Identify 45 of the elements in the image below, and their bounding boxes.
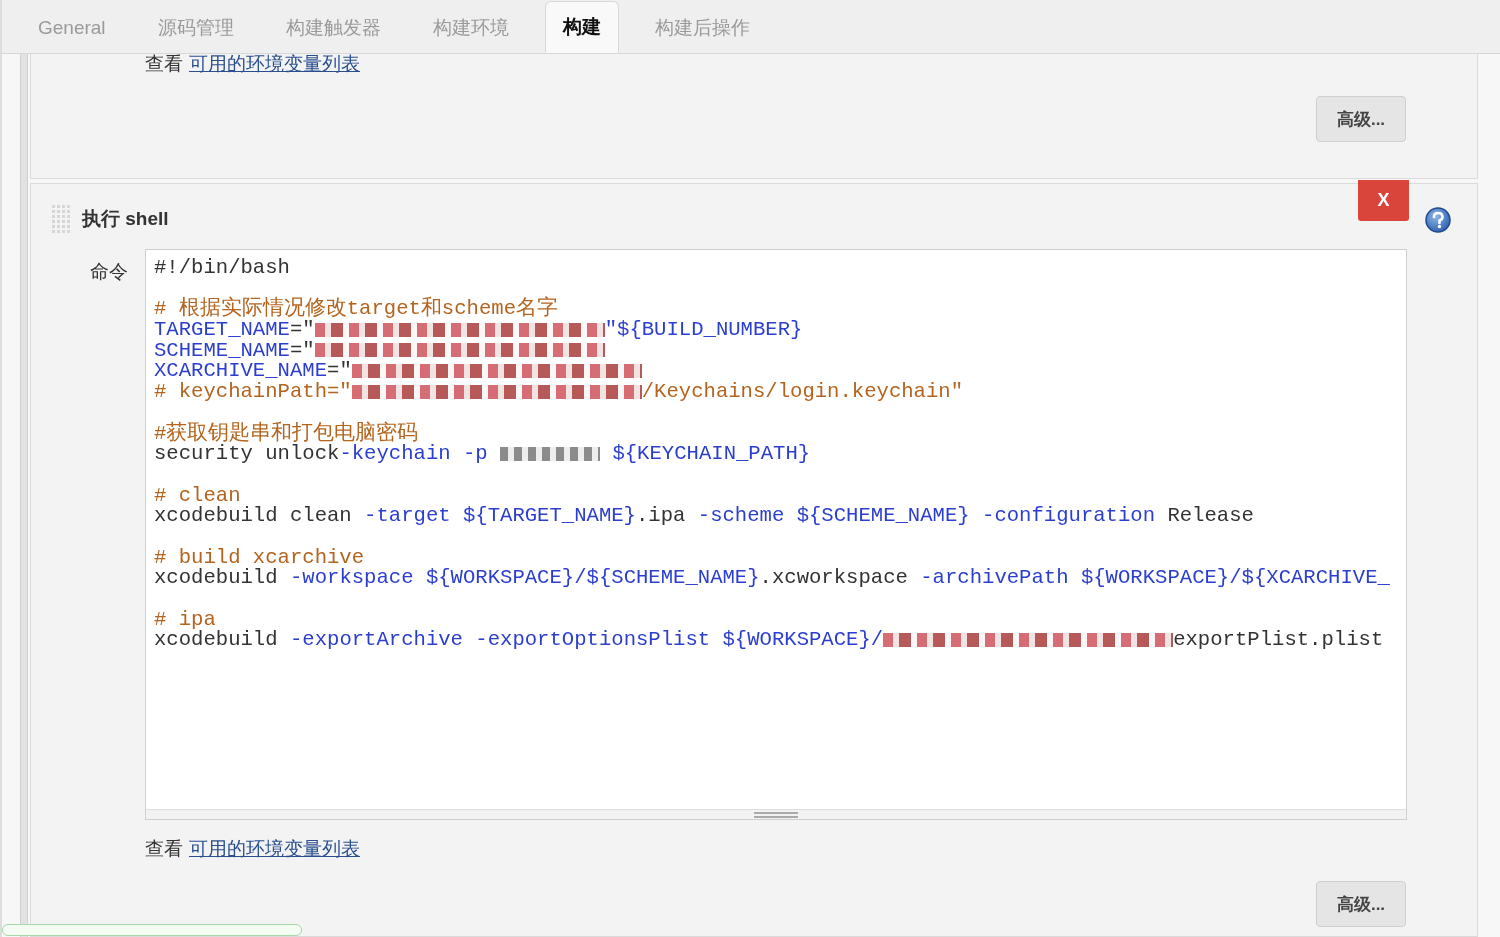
- code-text: xcodebuild: [154, 628, 279, 652]
- code-text: # keychainPath=": [154, 380, 352, 404]
- code-text: # ipa: [154, 607, 216, 631]
- code-text: ${KEYCHAIN_PATH}: [611, 442, 811, 466]
- code-text: # 根据实际情况修改target和scheme名字: [154, 297, 559, 321]
- code-text: # build xcarchive: [154, 545, 365, 569]
- code-text: #!/bin/bash: [154, 256, 290, 279]
- code-text: -workspace ${WORKSPACE}/${SCHEME_NAME}: [289, 566, 760, 590]
- code-text: security unlock: [154, 442, 340, 466]
- code-text: # clean: [154, 483, 241, 507]
- drag-handle-icon: [52, 205, 70, 233]
- link-label: 查看: [145, 52, 183, 76]
- tab[interactable]: 构建: [544, 1, 619, 53]
- code-text: -target ${TARGET_NAME}: [364, 504, 636, 528]
- tab[interactable]: 构建触发器: [259, 3, 407, 54]
- link-label: 查看: [145, 837, 183, 861]
- code-text: xcodebuild: [154, 566, 279, 590]
- env-vars-link[interactable]: 可用的环境变量列表: [189, 836, 360, 862]
- tab[interactable]: 源码管理: [131, 3, 260, 54]
- code-text: .xcworkspace: [759, 566, 909, 590]
- tab[interactable]: General: [12, 3, 132, 54]
- code-text: -exportArchive -exportOptionsPlist ${WORKSPACE}/: [289, 628, 884, 652]
- delete-button[interactable]: X: [1358, 180, 1409, 221]
- code-text: "${BUILD_NUMBER}: [604, 318, 803, 342]
- code-text: xcodebuild clean: [154, 504, 353, 528]
- code-text: =": [327, 359, 352, 383]
- code-text: -keychain -p: [339, 442, 489, 466]
- tab[interactable]: 构建后操作: [628, 3, 776, 54]
- step-title: 执行 shell: [82, 207, 169, 231]
- field-label: 命令: [89, 260, 129, 284]
- code-text: -scheme ${SCHEME_NAME} -configuration: [697, 504, 1156, 528]
- env-vars-link[interactable]: 可用的环境变量列表: [189, 51, 360, 77]
- resize-handle: [754, 811, 798, 818]
- code-text: .ipa: [636, 504, 687, 528]
- code-text: exportPlist.plist: [1173, 628, 1384, 652]
- code-text: XCARCHIVE_NAME: [154, 359, 328, 383]
- code-text: /Keychains/login.keychain": [641, 380, 964, 404]
- tab[interactable]: 构建环境: [406, 3, 535, 54]
- advanced-button[interactable]: 高级...: [1316, 881, 1406, 927]
- code-text: #获取钥匙串和打包电脑密码: [154, 421, 419, 445]
- code-text: Release: [1166, 504, 1254, 528]
- advanced-button[interactable]: 高级...: [1316, 96, 1406, 142]
- code-text: -archivePath ${WORKSPACE}/${XCARCHIVE_: [920, 566, 1390, 590]
- command-field[interactable]: [145, 249, 1407, 820]
- help-icon[interactable]: [1425, 207, 1451, 233]
